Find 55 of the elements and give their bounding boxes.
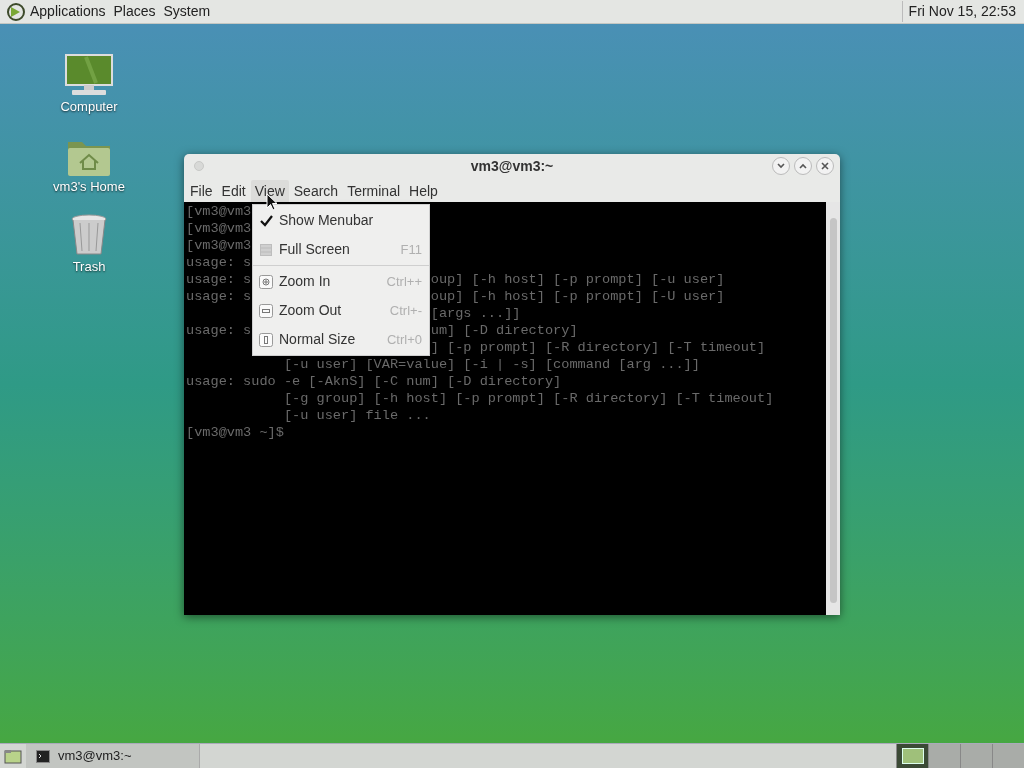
menu-item[interactable]: Show Menubar	[253, 206, 429, 235]
window-title: vm3@vm3:~	[470, 156, 554, 176]
minimize-button[interactable]	[772, 157, 790, 175]
menubar-item[interactable]: File	[186, 180, 217, 202]
shortcut-label: Ctrl+0	[386, 330, 422, 349]
menubar-item[interactable]: Terminal	[343, 180, 405, 202]
clock: Fri Nov 15, 22:53	[901, 1, 1016, 22]
shortcut-label: F11	[400, 240, 422, 259]
shortcut-label: Ctrl++	[386, 272, 422, 291]
terminal-text: usage: s	[186, 272, 252, 287]
zoom-in-icon	[259, 274, 273, 289]
close-icon	[821, 162, 829, 170]
terminal-text: oup] [-h host] [-p prompt] [-u user]	[430, 271, 725, 288]
scrollbar-thumb[interactable]	[829, 218, 837, 603]
menu-item[interactable]: Zoom In Ctrl++	[253, 267, 429, 296]
terminal-text: ] [-p prompt] [-R directory] [-T timeout]	[430, 339, 766, 356]
terminal-icon	[36, 749, 50, 763]
computer-icon	[64, 52, 114, 97]
desktop-icon-label[interactable]: Computer	[60, 96, 118, 116]
terminal-text: [-g group] [-h host] [-p prompt] [-R directory] [-T timeout]	[282, 391, 774, 406]
terminal-text: [vm3@vm3	[186, 238, 252, 253]
menu-item[interactable]: Full Screen F11	[253, 235, 429, 264]
menu-item[interactable]: Zoom Out Ctrl+-	[253, 296, 429, 325]
scrollbar[interactable]	[826, 202, 840, 615]
chevron-up-icon	[799, 163, 807, 169]
terminal-text: usage: s	[186, 323, 252, 338]
menubar-item[interactable]: Edit	[217, 180, 250, 202]
chevron-down-icon	[777, 163, 785, 169]
menubar-item[interactable]: Help	[405, 180, 442, 202]
close-button[interactable]	[816, 157, 834, 175]
terminal-text: [vm3@vm3 ~]$	[186, 425, 284, 440]
shortcut-label: Ctrl+-	[389, 301, 422, 320]
menu-item[interactable]: Normal Size Ctrl+0	[253, 325, 429, 354]
zoom-out-icon	[259, 303, 273, 318]
maximize-button[interactable]	[794, 157, 812, 175]
terminal-text: um] [-D directory]	[430, 322, 578, 339]
trash-icon	[70, 212, 108, 257]
terminal-text: [vm3@vm3	[186, 221, 252, 236]
terminal-text: [-u user] file ...	[282, 408, 431, 423]
desktop-icon	[4, 748, 22, 764]
workspace-button[interactable]	[896, 744, 928, 768]
terminal-text: [vm3@vm3	[186, 204, 252, 219]
menubar-item[interactable]: Search	[289, 180, 343, 202]
terminal-text: usage: s	[186, 289, 252, 304]
panel-menu[interactable]: System	[163, 1, 211, 22]
terminal-text: [args ...]]	[430, 305, 521, 322]
panel-menu[interactable]: Applications	[30, 1, 106, 22]
terminal-text: [-u user] [VAR=value] [-i | -s] [command [arg ...]]	[282, 357, 700, 372]
logo-icon	[6, 1, 26, 22]
terminal-text: oup] [-h host] [-p prompt] [-U user]	[430, 288, 725, 305]
terminal-text: usage: sudo -e [-AknS] [-C num] [-D directory]	[186, 374, 562, 389]
taskbar-button[interactable]: vm3@vm3:~	[26, 744, 200, 768]
panel-menu[interactable]: Places	[113, 1, 156, 22]
normal-size-icon	[259, 332, 273, 347]
terminal-text: usage: s	[186, 255, 252, 270]
